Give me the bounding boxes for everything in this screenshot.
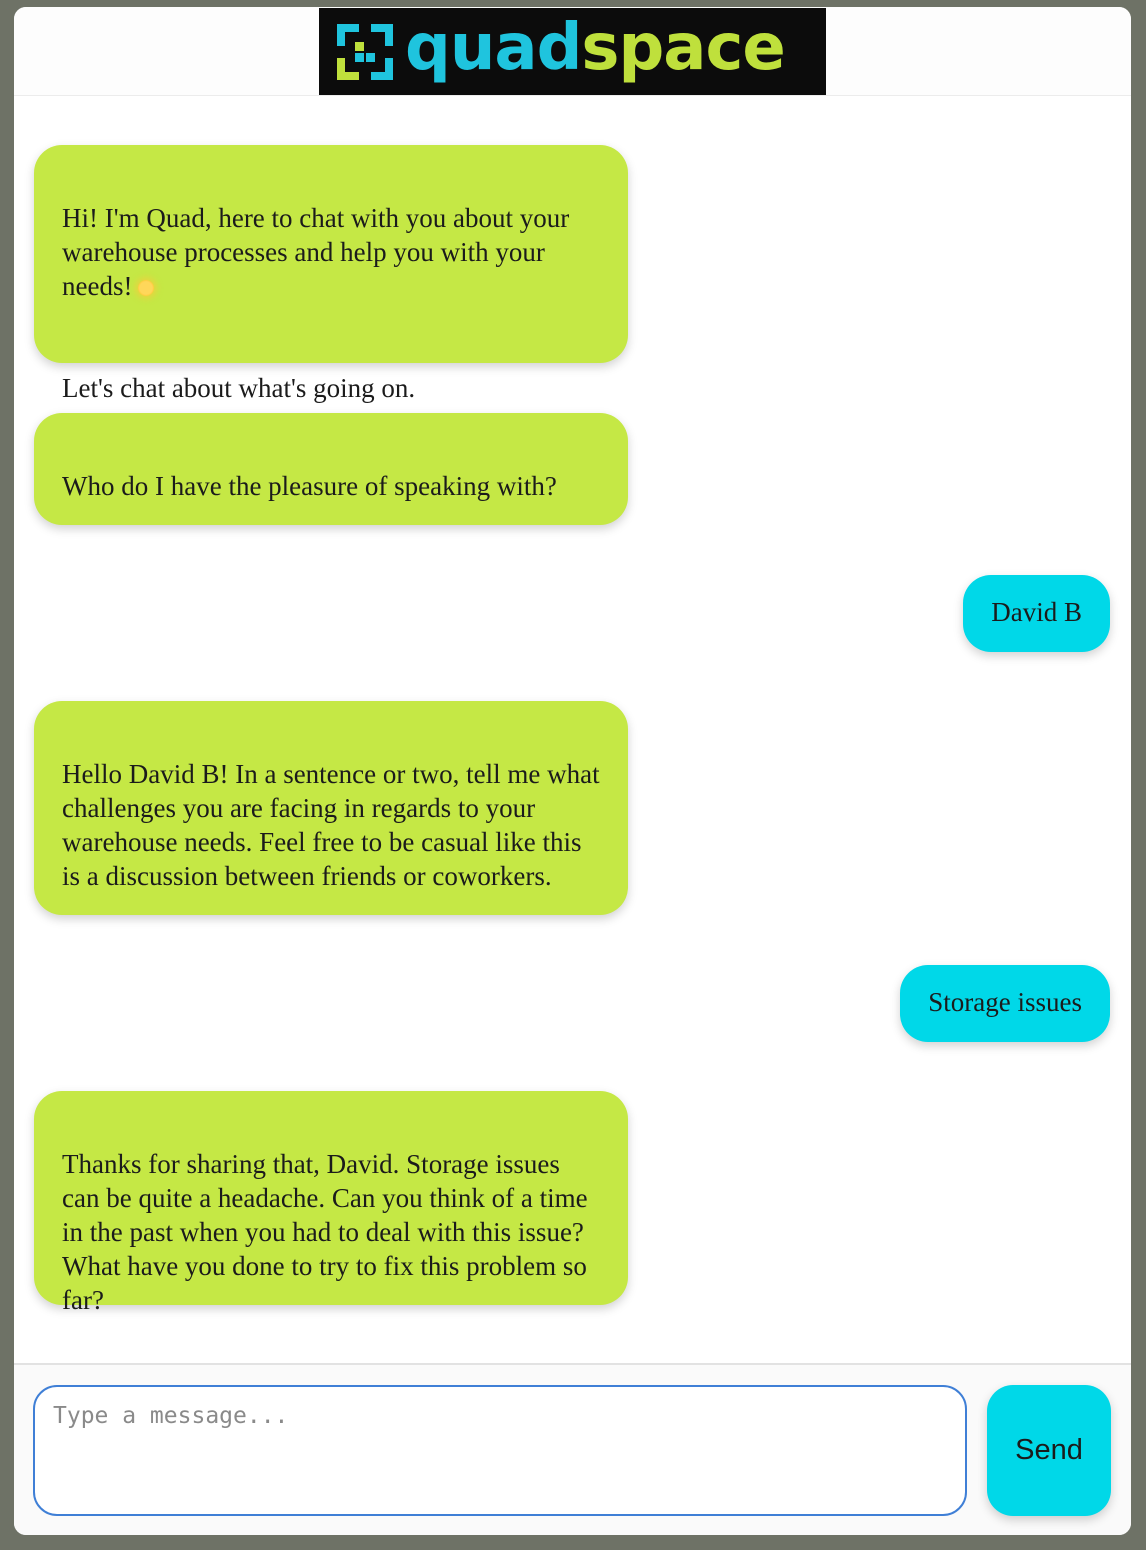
user-message: Storage issues: [900, 965, 1110, 1042]
user-message: David B: [963, 575, 1110, 652]
logo-text-space: space: [581, 10, 785, 85]
message-list: Hi! I'm Quad, here to chat with you abou…: [14, 95, 1131, 1363]
message-text: Thanks for sharing that, David. Storage …: [62, 1149, 588, 1315]
logo-wordmark: quadspace: [405, 16, 786, 80]
message-text: Storage issues: [928, 987, 1082, 1017]
chat-window: quadspace Hi! I'm Quad, here to chat wit…: [14, 7, 1131, 1535]
message-text: David B: [991, 597, 1082, 627]
bot-message: Thanks for sharing that, David. Storage …: [34, 1091, 628, 1315]
quadspace-logo: quadspace: [319, 8, 826, 95]
logo-text-quad: quad: [405, 10, 582, 85]
message-input[interactable]: [33, 1385, 967, 1516]
sun-icon: [138, 280, 155, 296]
message-text: Let's chat about what's going on.: [62, 373, 416, 403]
send-button[interactable]: Send: [987, 1385, 1111, 1516]
composer: Send: [14, 1363, 1131, 1535]
header: quadspace: [14, 7, 1131, 96]
message-text: Hello David B! In a sentence or two, tel…: [62, 759, 600, 891]
bot-message: Hello David B! In a sentence or two, tel…: [34, 701, 628, 915]
bot-message: Who do I have the pleasure of speaking w…: [34, 413, 628, 525]
bot-message: Hi! I'm Quad, here to chat with you abou…: [34, 145, 628, 403]
message-text: Who do I have the pleasure of speaking w…: [62, 471, 557, 501]
quadspace-logo-mark-icon: [333, 20, 397, 84]
